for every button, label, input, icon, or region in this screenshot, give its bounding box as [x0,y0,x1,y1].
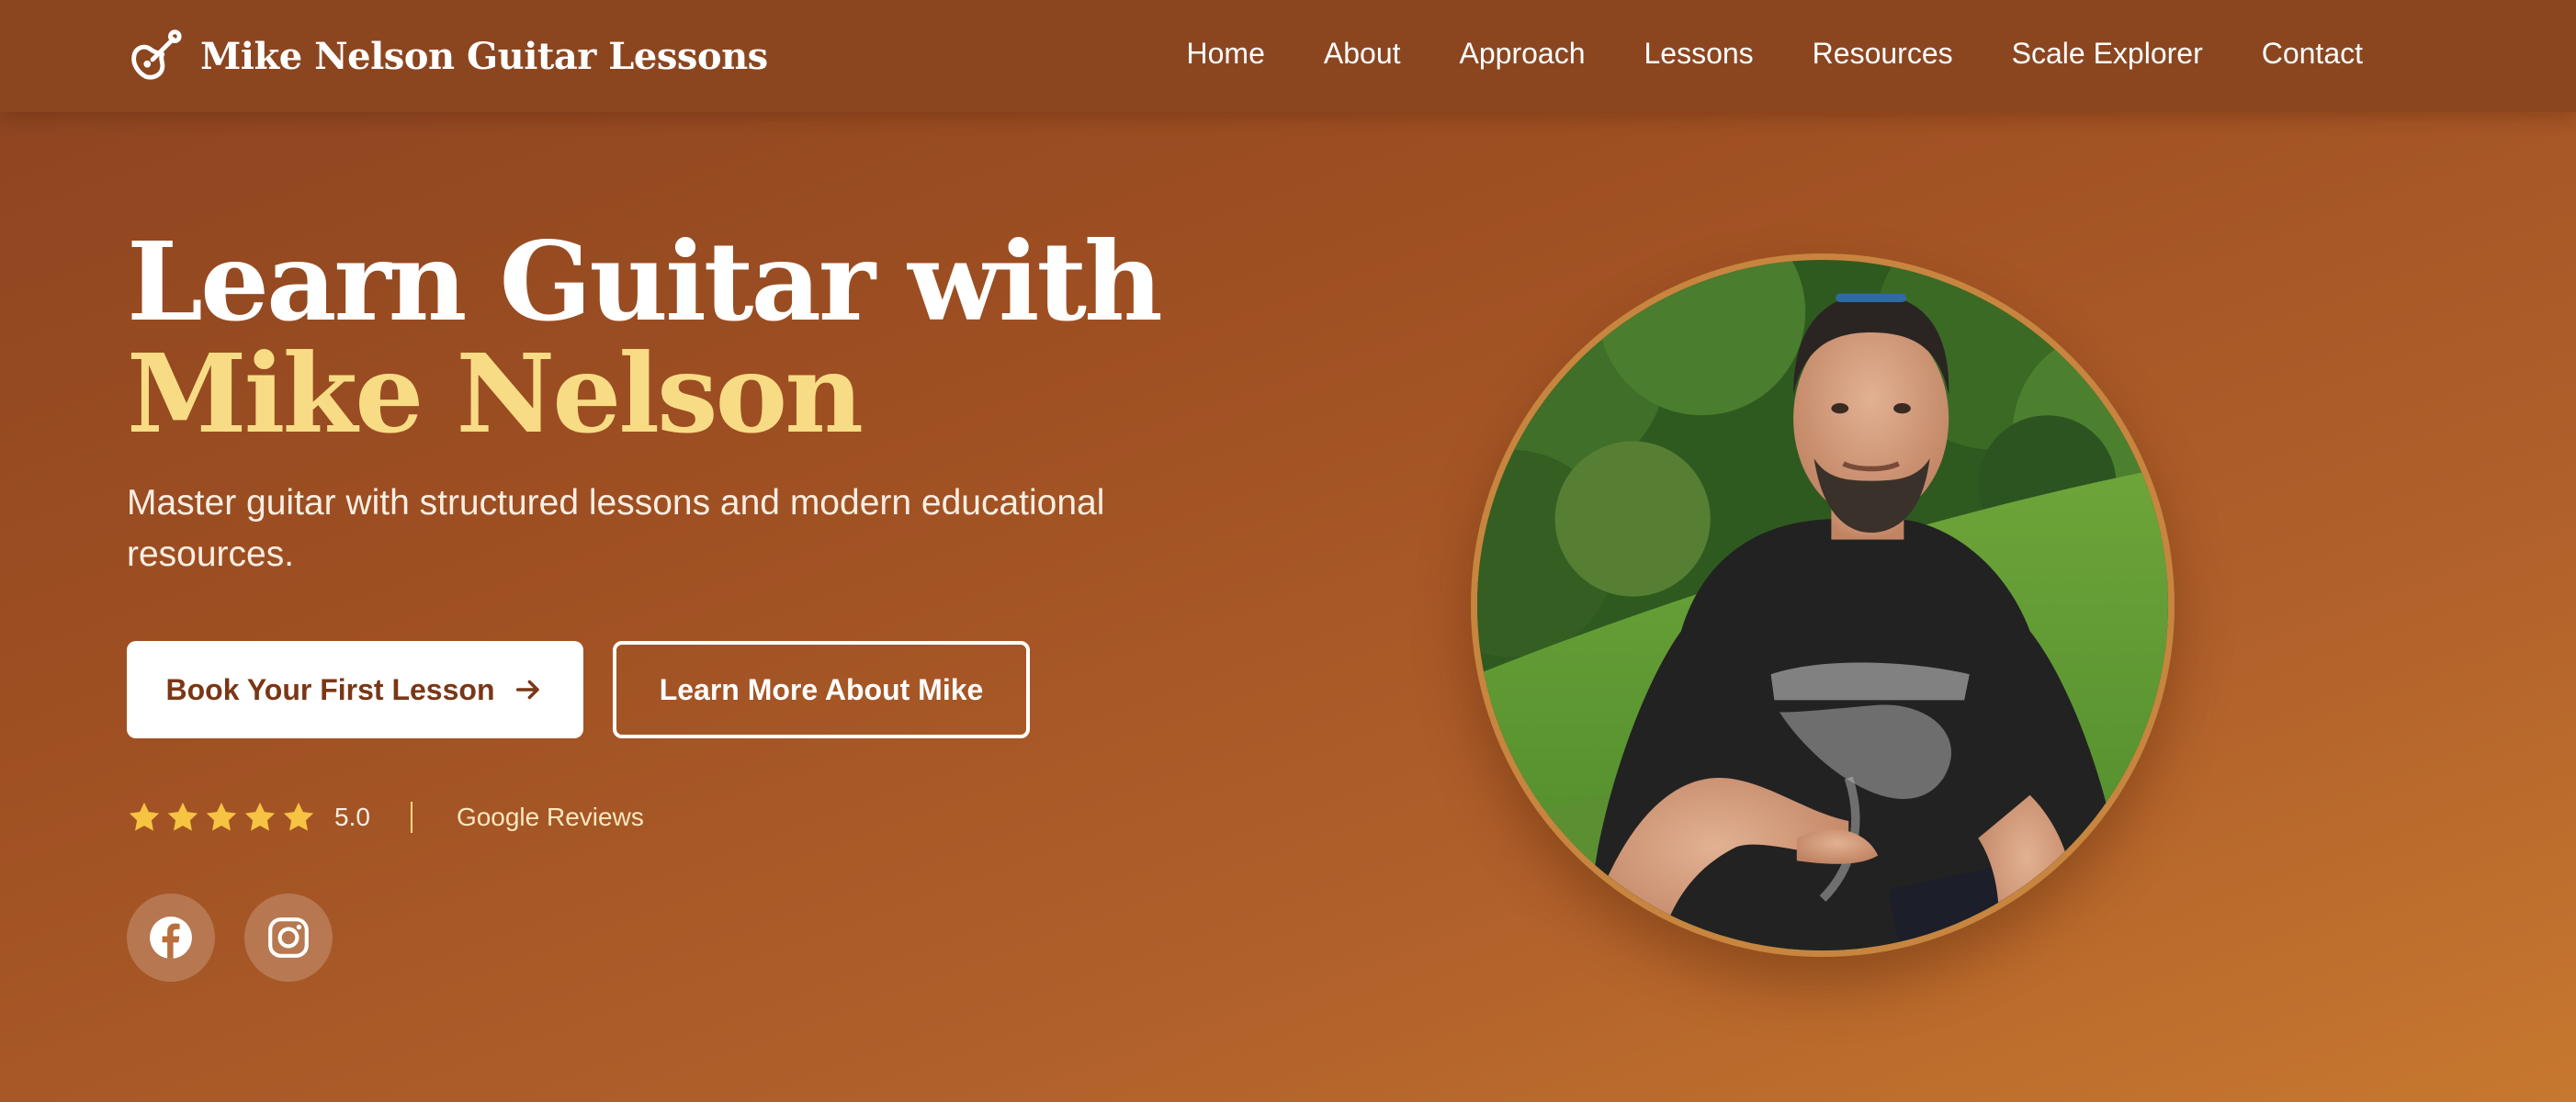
brand-logo-link[interactable]: Mike Nelson Guitar Lessons [127,24,768,88]
book-lesson-button[interactable]: Book Your First Lesson [127,641,583,738]
facebook-link[interactable] [127,894,215,982]
nav-lessons[interactable]: Lessons [1644,37,1753,71]
nav-about[interactable]: About [1324,37,1401,71]
star-icon [283,802,314,831]
rating-value: 5.0 [334,803,370,831]
hero-title-line-1: Learn Guitar with [127,218,1163,345]
rating-stars [127,800,316,835]
brand-name: Mike Nelson Guitar Lessons [200,34,768,78]
site-header: Mike Nelson Guitar Lessons Home About Ap… [0,0,2576,112]
nav-approach[interactable]: Approach [1460,37,1586,71]
hero-title-line-2: Mike Nelson [127,330,864,457]
hero-title: Learn Guitar with Mike Nelson [127,218,1163,457]
facebook-icon [150,916,192,959]
main-navigation: Home About Approach Lessons Resources Sc… [1187,0,2363,107]
google-reviews-link[interactable]: Google Reviews [457,803,644,832]
star-icon [129,802,160,831]
star-icon [244,802,276,831]
nav-contact[interactable]: Contact [2262,37,2363,71]
arrow-right-icon [516,680,540,700]
learn-more-label: Learn More About Mike [659,672,984,706]
nav-resources[interactable]: Resources [1813,37,1953,71]
rating-row: 5.0 Google Reviews [127,793,644,841]
guitar-icon [127,28,184,84]
mike-portrait [1471,253,2175,957]
nav-home[interactable]: Home [1187,37,1265,71]
hero-subtitle: Master guitar with structured lessons an… [127,483,1105,574]
book-lesson-label: Book Your First Lesson [165,672,495,706]
instagram-icon [268,917,309,958]
star-icon [167,802,198,831]
nav-scale-explorer[interactable]: Scale Explorer [2012,37,2203,71]
instagram-link[interactable] [244,894,333,982]
star-icon [206,802,237,831]
learn-more-button[interactable]: Learn More About Mike [613,641,1030,738]
rating-divider [410,802,412,833]
